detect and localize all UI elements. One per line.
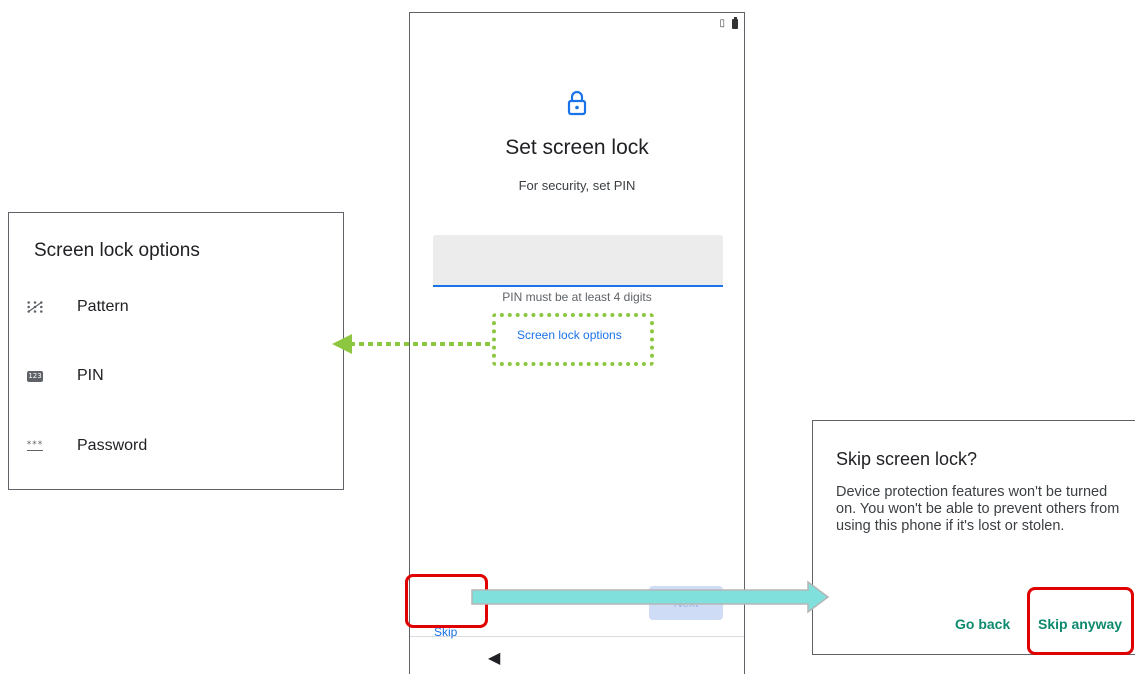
go-back-button[interactable]: Go back [955, 616, 1010, 632]
option-password[interactable]: *** Password [9, 426, 343, 466]
pattern-icon [26, 299, 44, 315]
pin-input[interactable] [433, 235, 723, 287]
lock-icon [567, 90, 587, 116]
status-bar: ▯ [719, 17, 738, 29]
back-nav-icon[interactable]: ◀ [488, 648, 500, 668]
screen-lock-options-panel: Screen lock options Pattern 123 PIN *** … [8, 212, 344, 490]
pin-icon: 123 [27, 370, 43, 382]
skip-highlight [405, 574, 488, 628]
page-subtitle: For security, set PIN [518, 178, 636, 193]
screen-lock-options-link[interactable]: Screen lock options [517, 328, 622, 342]
option-pin[interactable]: 123 PIN [9, 356, 343, 396]
skip-anyway-highlight [1027, 587, 1134, 655]
page-title: Set screen lock [505, 136, 649, 159]
battery-icon [732, 17, 738, 29]
option-pattern[interactable]: Pattern [9, 287, 343, 327]
nav-divider [410, 636, 744, 637]
password-icon: *** [26, 439, 44, 451]
dialog-title: Skip screen lock? [836, 449, 978, 469]
vibrate-icon: ▯ [719, 18, 725, 29]
dialog-body: Device protection features won't be turn… [836, 484, 1120, 534]
option-label: PIN [77, 367, 104, 384]
option-label: Pattern [77, 298, 129, 315]
pin-hint: PIN must be at least 4 digits [502, 290, 652, 304]
option-label: Password [77, 437, 148, 454]
options-panel-title: Screen lock options [34, 240, 200, 261]
next-button[interactable]: Next [649, 586, 723, 620]
